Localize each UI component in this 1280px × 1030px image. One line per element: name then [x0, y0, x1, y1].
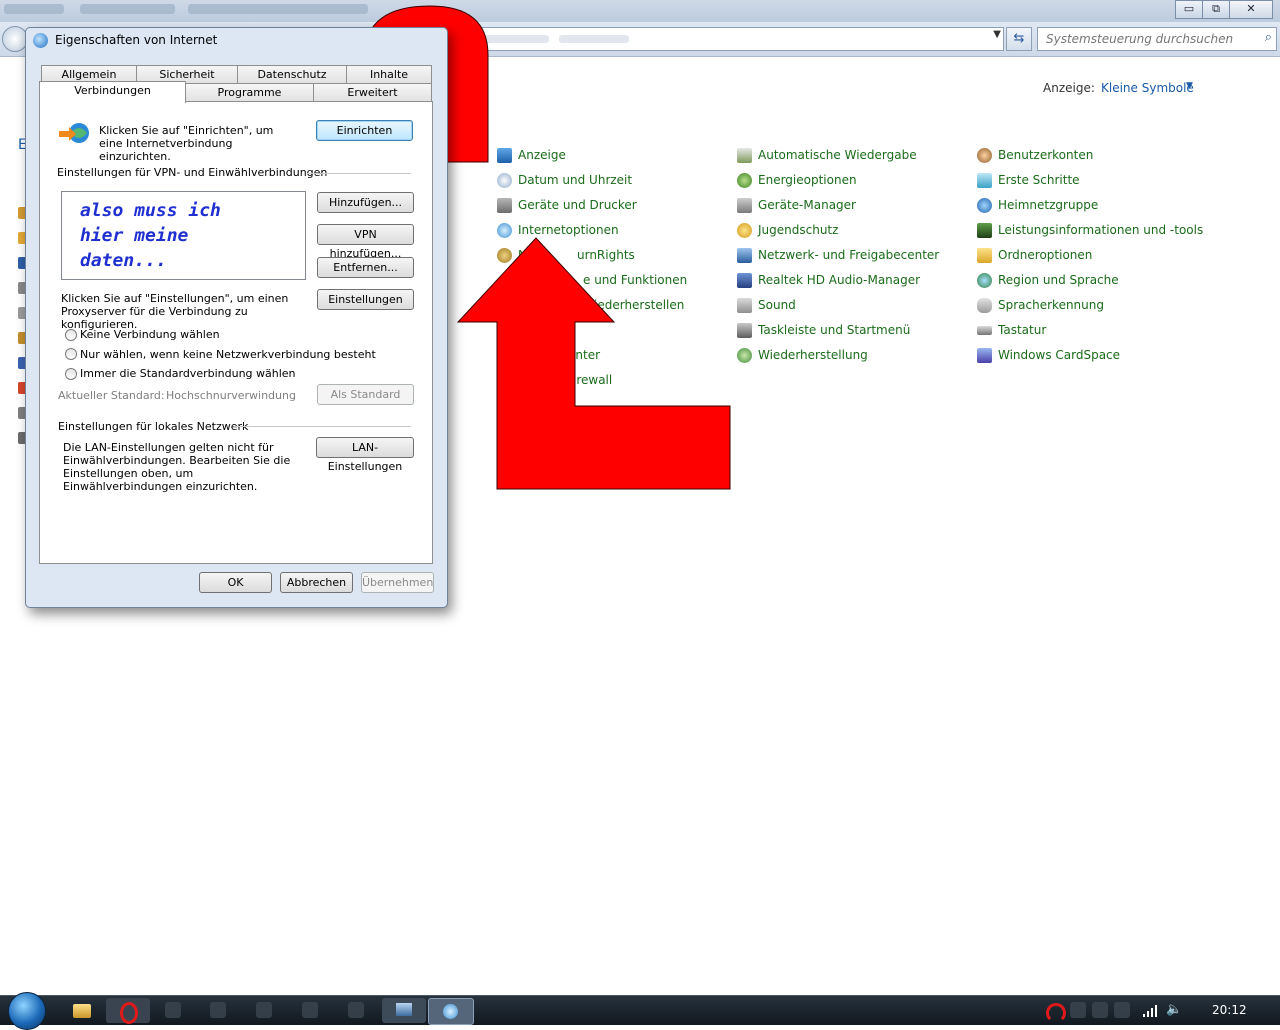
internet-icon — [443, 1004, 458, 1019]
ok-button[interactable]: OK — [199, 572, 272, 593]
tab-datenschutz[interactable]: Datenschutz — [237, 65, 347, 83]
radio-keine-verbindung[interactable] — [65, 329, 77, 341]
lan-description: Die LAN-Einstellungen gelten nicht für E… — [63, 441, 291, 493]
taskbar-app-icon[interactable] — [165, 1002, 181, 1018]
divider — [234, 426, 411, 427]
einrichten-button[interactable]: Einrichten — [316, 120, 413, 141]
divider — [307, 173, 411, 174]
taskbar-app-icon[interactable] — [302, 1002, 318, 1018]
radio-nur-waehlen[interactable] — [65, 348, 77, 360]
dialog-titlebar[interactable]: Eigenschaften von Internet — [26, 28, 447, 52]
signal-icon[interactable] — [1143, 1005, 1157, 1017]
lan-einstellungen-button[interactable]: LAN-Einstellungen — [316, 437, 414, 473]
radio-label: Nur wählen, wenn keine Netzwerkverbindun… — [80, 348, 376, 361]
taskbar: 🔈 20:12 — [0, 992, 1280, 1030]
vpn-section-label: Einstellungen für VPN- und Einwählverbin… — [57, 166, 328, 179]
taskbar-app-icon[interactable] — [256, 1002, 272, 1018]
network-setup-icon — [59, 123, 89, 143]
internet-icon — [33, 33, 48, 48]
tab-verbindungen[interactable]: Verbindungen — [39, 81, 186, 103]
tray-icon[interactable] — [1070, 1002, 1086, 1018]
taskbar-opera-button[interactable] — [106, 998, 150, 1024]
tab-erweitert[interactable]: Erweitert — [313, 83, 432, 101]
entfernen-button[interactable]: Entfernen... — [317, 257, 414, 278]
taskbar-control-panel-button[interactable] — [382, 998, 426, 1023]
einstellungen-button[interactable]: Einstellungen — [317, 289, 414, 310]
proxy-description: Klicken Sie auf "Einstellungen", um eine… — [61, 292, 289, 331]
handwritten-annotation: also muss ich hier meine daten... — [80, 200, 221, 271]
radio-label: Immer die Standardverbindung wählen — [80, 367, 296, 380]
vpn-hinzufuegen-button[interactable]: VPN hinzufügen... — [317, 224, 414, 260]
start-button[interactable] — [8, 992, 46, 1030]
monitor-icon — [396, 1003, 412, 1016]
radio-immer-standard[interactable] — [65, 368, 77, 380]
tab-inhalte[interactable]: Inhalte — [346, 65, 432, 83]
lan-section-label: Einstellungen für lokales Netzwerk — [58, 420, 249, 433]
hinzufuegen-button[interactable]: Hinzufügen... — [317, 192, 414, 213]
dialog-title: Eigenschaften von Internet — [55, 33, 218, 47]
current-default-label: Aktueller Standard: — [58, 389, 165, 402]
tray-icon[interactable] — [1092, 1002, 1108, 1018]
internet-properties-dialog: Eigenschaften von Internet Allgemein Sic… — [25, 27, 448, 608]
current-default-value: Hochschnurverwindung — [166, 389, 296, 402]
opera-icon — [120, 1002, 138, 1024]
l-arrow — [456, 237, 731, 490]
taskbar-app-icon[interactable] — [348, 1002, 364, 1018]
taskbar-internet-options-button[interactable] — [428, 998, 474, 1025]
taskbar-app-icon[interactable] — [210, 1002, 226, 1018]
als-standard-button[interactable]: Als Standard — [317, 384, 414, 405]
tab-programme[interactable]: Programme — [185, 83, 314, 101]
tray-app-icon[interactable] — [1046, 1003, 1066, 1023]
radio-label: Keine Verbindung wählen — [80, 328, 220, 341]
folder-icon — [73, 1004, 91, 1018]
uebernehmen-button[interactable]: Übernehmen — [361, 572, 434, 593]
volume-icon[interactable]: 🔈 — [1166, 1002, 1182, 1017]
taskbar-explorer-button[interactable] — [60, 998, 104, 1023]
abbrechen-button[interactable]: Abbrechen — [280, 572, 353, 593]
clock[interactable]: 20:12 — [1212, 1003, 1247, 1017]
setup-description: Klicken Sie auf "Einrichten", um eine In… — [99, 124, 274, 163]
tray-icon[interactable] — [1114, 1002, 1130, 1018]
